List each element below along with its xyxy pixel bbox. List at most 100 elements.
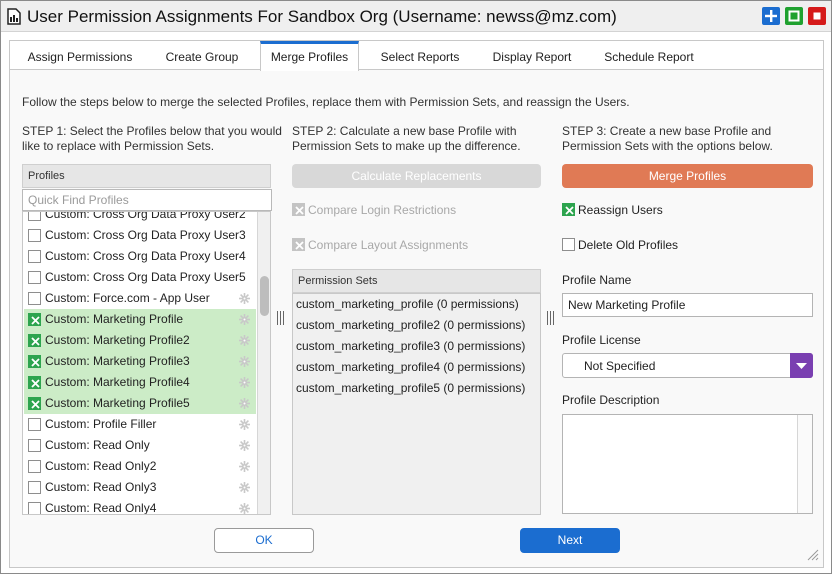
tab-content: Assign Permissions Create Group Merge Pr… — [9, 40, 824, 568]
gear-icon[interactable] — [238, 313, 251, 326]
profile-row[interactable]: Custom: Marketing Profile5 — [24, 393, 256, 414]
gear-icon[interactable] — [238, 334, 251, 347]
profiles-scroll-thumb[interactable] — [260, 276, 269, 316]
add-window-button[interactable] — [762, 7, 780, 25]
profile-row[interactable]: Custom: Read Only — [24, 435, 256, 456]
profile-checkbox[interactable] — [28, 502, 41, 514]
profile-checkbox[interactable] — [28, 292, 41, 305]
ok-button[interactable]: OK — [214, 528, 314, 553]
gear-icon[interactable] — [238, 481, 251, 494]
permission-sets-header: Permission Sets — [292, 269, 541, 293]
profile-row[interactable]: Custom: Cross Org Data Proxy User2 — [24, 211, 256, 225]
tab-create-group[interactable]: Create Group — [145, 41, 259, 70]
merge-profiles-button[interactable]: Merge Profiles — [562, 164, 813, 188]
profile-checkbox[interactable] — [28, 313, 41, 326]
reassign-users-checkbox[interactable] — [562, 203, 575, 216]
profile-checkbox[interactable] — [28, 481, 41, 494]
profile-checkbox[interactable] — [28, 334, 41, 347]
profile-label: Custom: Marketing Profile4 — [45, 375, 190, 389]
profile-checkbox[interactable] — [28, 250, 41, 263]
profile-checkbox[interactable] — [28, 418, 41, 431]
profile-checkbox[interactable] — [28, 376, 41, 389]
profiles-scrollbar[interactable] — [257, 212, 270, 514]
gear-icon[interactable] — [238, 418, 251, 431]
profile-description-label: Profile Description — [562, 393, 660, 407]
profile-checkbox[interactable] — [28, 271, 41, 284]
compare-layout-checkbox[interactable] — [292, 238, 305, 251]
permission-set-item[interactable]: custom_marketing_profile2 (0 permissions… — [296, 315, 528, 336]
permission-set-item[interactable]: custom_marketing_profile (0 permissions) — [296, 294, 528, 315]
profile-row[interactable]: Custom: Read Only4 — [24, 498, 256, 515]
profile-license-value: Not Specified — [584, 359, 656, 373]
profile-row[interactable]: Custom: Cross Org Data Proxy User3 — [24, 225, 256, 246]
profile-row[interactable]: Custom: Read Only2 — [24, 456, 256, 477]
compare-login-checkbox[interactable] — [292, 203, 305, 216]
profile-license-label: Profile License — [562, 333, 641, 347]
profile-checkbox[interactable] — [28, 229, 41, 242]
profile-label: Custom: Marketing Profile — [45, 312, 184, 326]
gear-icon[interactable] — [238, 397, 251, 410]
profile-label: Custom: Cross Org Data Proxy User2 — [45, 211, 246, 221]
tab-display-report[interactable]: Display Report — [480, 41, 584, 70]
resize-grip-icon[interactable] — [805, 547, 819, 561]
profile-row[interactable]: Custom: Marketing Profile2 — [24, 330, 256, 351]
tab-merge-profiles[interactable]: Merge Profiles — [260, 41, 359, 71]
profile-label: Custom: Profile Filler — [45, 417, 157, 431]
description-scrollbar[interactable] — [797, 415, 812, 513]
step1-text: STEP 1: Select the Profiles below that y… — [22, 124, 282, 153]
delete-old-profiles-label: Delete Old Profiles — [578, 238, 679, 252]
tab-assign-permissions[interactable]: Assign Permissions — [15, 41, 145, 70]
profile-label: Custom: Read Only4 — [45, 501, 157, 515]
profile-row[interactable]: Custom: Marketing Profile — [24, 309, 256, 330]
profile-checkbox[interactable] — [28, 355, 41, 368]
permission-window: User Permission Assignments For Sandbox … — [0, 0, 832, 574]
delete-old-profiles-checkbox[interactable] — [562, 238, 575, 251]
stop-icon — [813, 12, 821, 20]
profile-row[interactable]: Custom: Profile Filler — [24, 414, 256, 435]
permission-sets-list: custom_marketing_profile (0 permissions)… — [292, 293, 541, 515]
profile-row[interactable]: Custom: Read Only3 — [24, 477, 256, 498]
gear-icon[interactable] — [238, 460, 251, 473]
dropdown-arrow[interactable] — [790, 353, 813, 378]
calculate-replacements-button[interactable]: Calculate Replacements — [292, 164, 541, 188]
tab-bar: Assign Permissions Create Group Merge Pr… — [10, 41, 823, 71]
profile-row[interactable]: Custom: Cross Org Data Proxy User5 — [24, 267, 256, 288]
profile-row[interactable]: Custom: Marketing Profile4 — [24, 372, 256, 393]
tab-select-reports[interactable]: Select Reports — [366, 41, 474, 70]
close-window-button[interactable] — [808, 7, 826, 25]
permission-set-item[interactable]: custom_marketing_profile3 (0 permissions… — [296, 336, 528, 357]
check-x-icon — [295, 206, 304, 215]
permission-set-item[interactable]: custom_marketing_profile4 (0 permissions… — [296, 357, 528, 378]
title-bar: User Permission Assignments For Sandbox … — [1, 1, 831, 32]
gear-icon[interactable] — [238, 376, 251, 389]
tab-schedule-report[interactable]: Schedule Report — [590, 41, 708, 70]
permission-set-item[interactable]: custom_marketing_profile5 (0 permissions… — [296, 378, 528, 399]
gear-icon[interactable] — [238, 355, 251, 368]
gear-icon[interactable] — [238, 439, 251, 452]
profile-row[interactable]: Custom: Force.com - App User — [24, 288, 256, 309]
right-splitter-handle[interactable] — [546, 311, 556, 325]
profile-name-input[interactable] — [562, 293, 813, 317]
check-x-icon — [295, 241, 304, 250]
profile-label: Custom: Marketing Profile3 — [45, 354, 190, 368]
check-x-icon — [31, 316, 40, 325]
profile-label: Custom: Cross Org Data Proxy User5 — [45, 270, 246, 284]
profile-license-select[interactable]: Not Specified — [562, 353, 813, 378]
profile-checkbox[interactable] — [28, 212, 41, 221]
profile-label: Custom: Read Only — [45, 438, 150, 452]
profile-checkbox[interactable] — [28, 460, 41, 473]
quick-find-profiles-input[interactable] — [22, 189, 272, 211]
profile-row[interactable]: Custom: Marketing Profile3 — [24, 351, 256, 372]
profile-checkbox[interactable] — [28, 397, 41, 410]
maximize-window-button[interactable] — [785, 7, 803, 25]
profile-label: Custom: Force.com - App User — [45, 291, 210, 305]
next-button[interactable]: Next — [520, 528, 620, 553]
profile-checkbox[interactable] — [28, 439, 41, 452]
intro-text: Follow the steps below to merge the sele… — [22, 95, 630, 109]
profile-description-textarea[interactable] — [562, 414, 813, 514]
gear-icon[interactable] — [238, 292, 251, 305]
check-x-icon — [31, 379, 40, 388]
gear-icon[interactable] — [238, 502, 251, 515]
left-splitter-handle[interactable] — [276, 311, 286, 325]
profile-row[interactable]: Custom: Cross Org Data Proxy User4 — [24, 246, 256, 267]
